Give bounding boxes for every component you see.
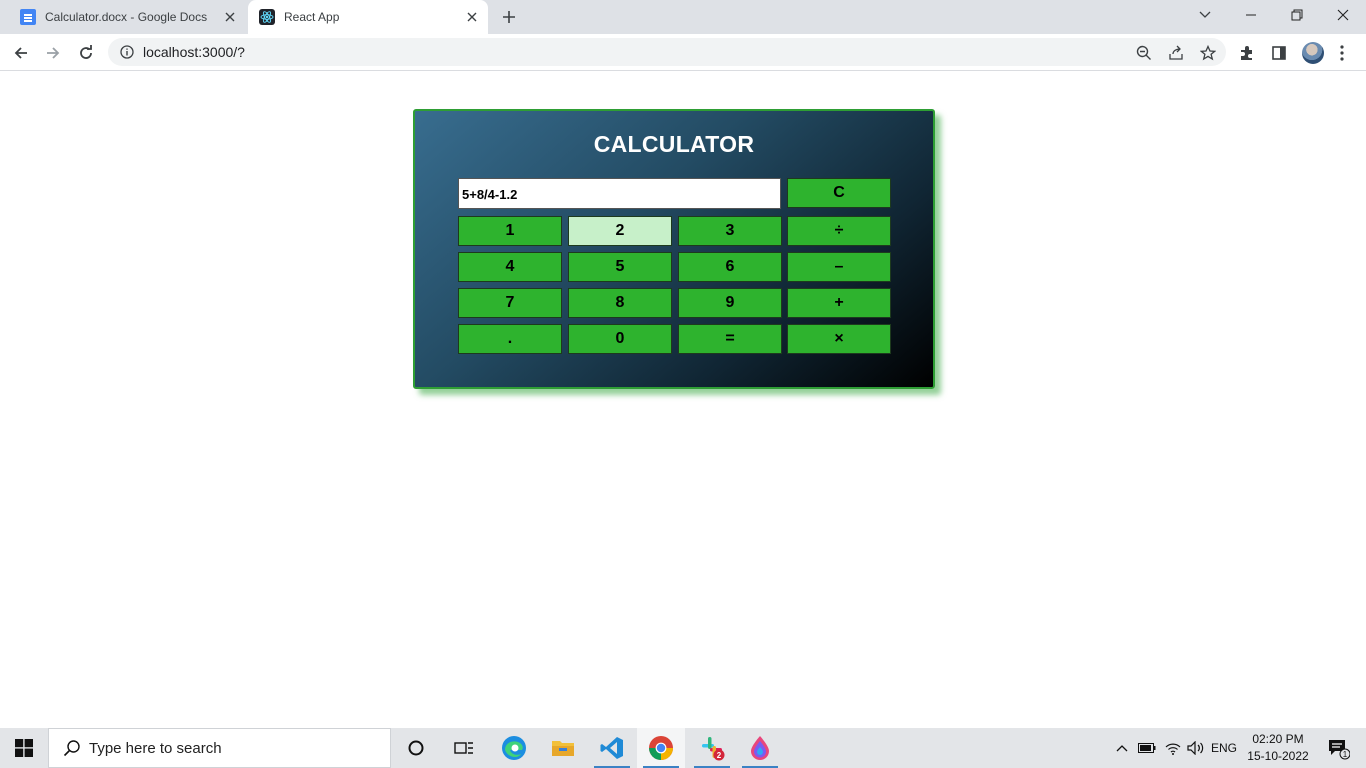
notification-center-button[interactable]: 1	[1318, 728, 1358, 768]
bookmark-star-icon[interactable]	[1198, 43, 1218, 63]
notification-count: 1	[1343, 750, 1348, 759]
close-icon[interactable]	[462, 7, 482, 27]
windows-taskbar: Type here to search 2 ENG 02:20 PM 15-10…	[0, 728, 1366, 768]
key-6[interactable]: 6	[678, 252, 782, 282]
profile-avatar[interactable]	[1302, 42, 1324, 64]
forward-button[interactable]	[40, 40, 66, 66]
wifi-icon[interactable]	[1162, 728, 1184, 768]
zoom-icon[interactable]	[1134, 43, 1154, 63]
side-panel-icon[interactable]	[1266, 40, 1292, 66]
tab-react-app[interactable]: React App	[248, 0, 488, 34]
extensions-puzzle-icon[interactable]	[1234, 40, 1260, 66]
tab-google-docs[interactable]: Calculator.docx - Google Docs	[8, 0, 246, 34]
taskbar-search-box[interactable]: Type here to search	[48, 728, 391, 768]
close-icon[interactable]	[220, 7, 240, 27]
google-docs-icon	[20, 9, 36, 25]
language-indicator[interactable]: ENG	[1209, 728, 1239, 768]
tab-title: React App	[284, 10, 340, 24]
menu-kebab-icon[interactable]	[1329, 40, 1355, 66]
reload-button[interactable]	[73, 40, 99, 66]
calculator-title: CALCULATOR	[593, 131, 755, 157]
search-placeholder: Type here to search	[89, 739, 222, 757]
share-icon[interactable]	[1166, 43, 1186, 63]
cortana-icon[interactable]	[392, 728, 440, 768]
address-bar[interactable]: localhost:3000/?	[108, 38, 1226, 66]
minimize-button[interactable]	[1228, 0, 1274, 30]
decimal-button[interactable]: .	[458, 324, 562, 354]
chrome-icon[interactable]	[637, 728, 685, 768]
taskbar-clock[interactable]: 02:20 PM 15-10-2022	[1240, 731, 1316, 765]
windows-logo-icon	[15, 739, 33, 757]
key-2[interactable]: 2	[568, 216, 672, 246]
back-button[interactable]	[8, 40, 34, 66]
key-7[interactable]: 7	[458, 288, 562, 318]
key-1[interactable]: 1	[458, 216, 562, 246]
slack-icon[interactable]: 2	[688, 728, 736, 768]
restore-button[interactable]	[1274, 0, 1320, 30]
add-button[interactable]: +	[787, 288, 891, 318]
key-9[interactable]: 9	[678, 288, 782, 318]
tab-search-chevron-icon[interactable]	[1182, 0, 1228, 30]
tab-strip: Calculator.docx - Google Docs React App	[0, 0, 1366, 34]
vscode-icon[interactable]	[588, 728, 636, 768]
paint-app-icon[interactable]	[736, 728, 784, 768]
url-text: localhost:3000/?	[143, 44, 245, 60]
show-hidden-icons-chevron[interactable]	[1112, 728, 1132, 768]
react-icon	[259, 9, 275, 25]
volume-icon[interactable]	[1185, 728, 1207, 768]
key-8[interactable]: 8	[568, 288, 672, 318]
browser-toolbar: localhost:3000/?	[0, 34, 1366, 71]
clock-date: 15-10-2022	[1247, 749, 1309, 763]
search-icon	[62, 738, 82, 758]
key-4[interactable]: 4	[458, 252, 562, 282]
clear-button[interactable]: C	[787, 178, 891, 208]
subtract-button[interactable]: –	[787, 252, 891, 282]
clock-time: 02:20 PM	[1252, 732, 1304, 746]
tab-title: Calculator.docx - Google Docs	[45, 10, 208, 24]
divide-button[interactable]: ÷	[787, 216, 891, 246]
page-content: CALCULATOR 5+8/4-1.2 C 1 2 3 ÷ 4 5 6 – 7…	[0, 71, 1366, 728]
start-button[interactable]	[0, 728, 48, 768]
calculator-panel: CALCULATOR 5+8/4-1.2 C 1 2 3 ÷ 4 5 6 – 7…	[413, 109, 935, 389]
edge-icon[interactable]	[490, 728, 538, 768]
info-icon[interactable]	[119, 44, 135, 60]
battery-icon[interactable]	[1136, 728, 1158, 768]
new-tab-button[interactable]	[499, 7, 519, 27]
key-5[interactable]: 5	[568, 252, 672, 282]
equals-button[interactable]: =	[678, 324, 782, 354]
close-window-button[interactable]	[1320, 0, 1366, 30]
calculator-display[interactable]: 5+8/4-1.2	[458, 178, 781, 209]
slack-badge: 2	[717, 751, 722, 760]
multiply-button[interactable]: ×	[787, 324, 891, 354]
key-0[interactable]: 0	[568, 324, 672, 354]
key-3[interactable]: 3	[678, 216, 782, 246]
file-explorer-icon[interactable]	[539, 728, 587, 768]
task-view-icon[interactable]	[440, 728, 488, 768]
